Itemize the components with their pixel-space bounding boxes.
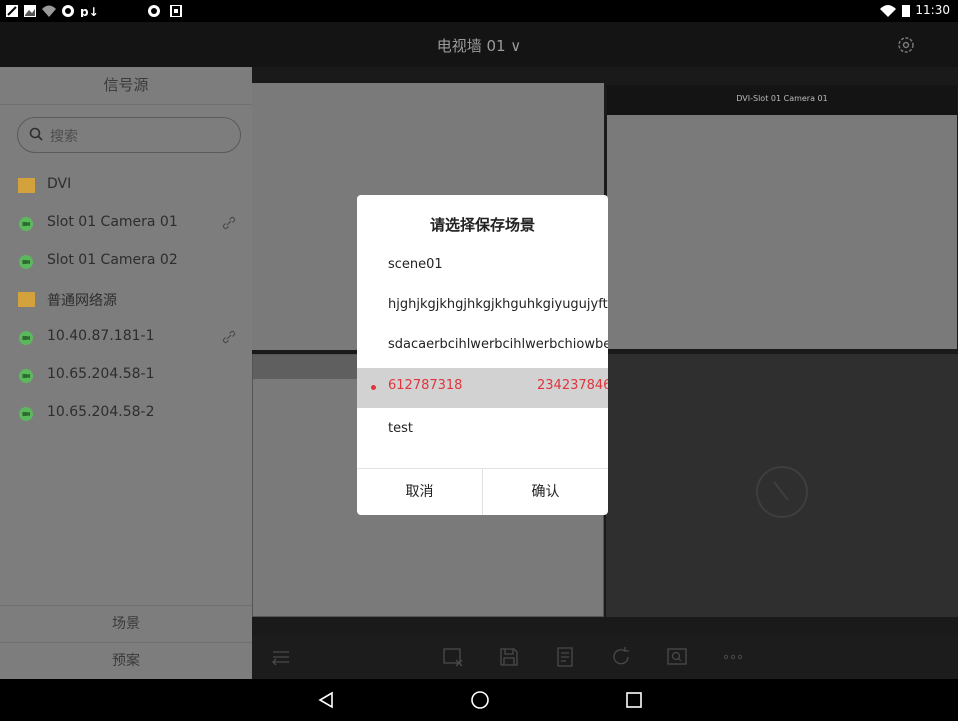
source-folder-network[interactable]: 普通网络源 <box>0 281 252 319</box>
search-input[interactable]: 搜索 <box>17 117 241 153</box>
wall-cell[interactable] <box>606 354 958 617</box>
gear-icon[interactable] <box>897 36 915 54</box>
shield-icon <box>62 5 74 17</box>
scene-label: test <box>388 421 413 436</box>
link-icon <box>222 216 236 230</box>
search-placeholder: 搜索 <box>50 129 78 145</box>
app-header: 电视墙 01 ∨ <box>0 22 958 67</box>
source-label: Slot 01 Camera 01 <box>47 214 178 230</box>
search-icon <box>29 127 43 141</box>
link-icon <box>222 330 236 344</box>
scene-label: scene01 <box>388 257 443 272</box>
camera-icon <box>19 407 33 421</box>
tab-scenes[interactable]: 场景 <box>0 605 252 643</box>
scene-label: 612787318 <box>388 378 463 393</box>
more-icon[interactable] <box>722 646 744 668</box>
selected-indicator <box>371 385 376 390</box>
wall-cell[interactable]: DVI-Slot 01 Camera 01 <box>606 84 958 350</box>
tab-plans[interactable]: 预案 <box>0 642 252 680</box>
folder-icon <box>18 178 35 193</box>
status-bar: p↓ 11:30 <box>0 0 958 22</box>
scene-option[interactable]: sdacaerbcihlwerbcihlwerbchiowber <box>357 327 608 367</box>
clock: 11:30 <box>915 3 950 17</box>
recents-icon[interactable] <box>625 691 643 709</box>
panel-title: 信号源 <box>0 67 252 105</box>
tv-wall-selector[interactable]: 电视墙 01 ∨ <box>0 35 958 56</box>
back-icon[interactable] <box>318 691 334 709</box>
cell-title: DVI-Slot 01 Camera 01 <box>736 94 828 103</box>
wifi-question-icon <box>42 5 56 17</box>
loading-icon <box>756 466 808 518</box>
android-nav-bar <box>0 679 958 721</box>
scene-option[interactable]: hjghjkgjkhgjhkgjkhguhkgiyugujyft <box>357 287 608 327</box>
zoom-window-icon[interactable] <box>666 646 688 668</box>
cancel-button[interactable]: 取消 <box>357 469 482 515</box>
confirm-button[interactable]: 确认 <box>483 469 608 515</box>
wifi-icon <box>880 5 896 17</box>
screenshot-icon <box>6 5 18 17</box>
source-camera[interactable]: Slot 01 Camera 02 <box>0 243 252 281</box>
scene-label-secondary: 234237846 <box>537 378 608 393</box>
dialog-buttons: 取消 确认 <box>357 468 608 515</box>
bottom-toolbar <box>252 635 958 679</box>
camera-icon <box>19 255 33 269</box>
camera-icon <box>19 331 33 345</box>
p-download-icon: p↓ <box>80 5 98 17</box>
image-icon <box>24 5 36 17</box>
plan-list-icon[interactable] <box>554 646 576 668</box>
source-label: 10.65.204.58-1 <box>47 366 155 382</box>
save-icon[interactable] <box>498 646 520 668</box>
scene-label: sdacaerbcihlwerbcihlwerbchiowber <box>388 337 608 352</box>
clear-window-icon[interactable] <box>442 646 464 668</box>
source-camera[interactable]: 10.65.204.58-2 <box>0 395 252 433</box>
scene-option[interactable]: test <box>357 411 608 451</box>
camera-icon <box>19 217 33 231</box>
shield-icon <box>148 5 160 17</box>
source-camera[interactable]: 10.40.87.181-1 <box>0 319 252 357</box>
source-camera[interactable]: Slot 01 Camera 01 <box>0 205 252 243</box>
source-label: Slot 01 Camera 02 <box>47 252 178 268</box>
source-label: 普通网络源 <box>47 293 117 309</box>
cell-title-bar: DVI-Slot 01 Camera 01 <box>607 85 957 115</box>
source-folder-dvi[interactable]: DVI <box>0 167 252 205</box>
home-icon[interactable] <box>470 690 490 710</box>
source-label: 10.65.204.58-2 <box>47 404 155 420</box>
source-camera[interactable]: 10.65.204.58-1 <box>0 357 252 395</box>
save-scene-dialog: 请选择保存场景 scene01 hjghjkgjkhgjhkgjkhguhkgi… <box>357 195 608 515</box>
scene-option-selected[interactable]: 612787318 234237846 <box>357 368 608 408</box>
folder-icon <box>18 292 35 307</box>
source-label: 10.40.87.181-1 <box>47 328 155 344</box>
source-label: DVI <box>47 176 72 192</box>
battery-icon <box>902 5 910 17</box>
exit-icon[interactable] <box>270 646 292 668</box>
scene-option[interactable]: scene01 <box>357 247 608 287</box>
refresh-icon[interactable] <box>610 646 632 668</box>
signal-source-panel: 信号源 搜索 DVI Slot 01 Camera 01 Slot 01 Cam… <box>0 67 252 679</box>
camera-icon <box>19 369 33 383</box>
scene-label: hjghjkgjkhgjhkgjkhguhkgiyugujyft <box>388 297 608 312</box>
clipboard-icon <box>170 5 182 17</box>
svg-text:p↓: p↓ <box>80 5 98 17</box>
dialog-title: 请选择保存场景 <box>429 216 535 234</box>
